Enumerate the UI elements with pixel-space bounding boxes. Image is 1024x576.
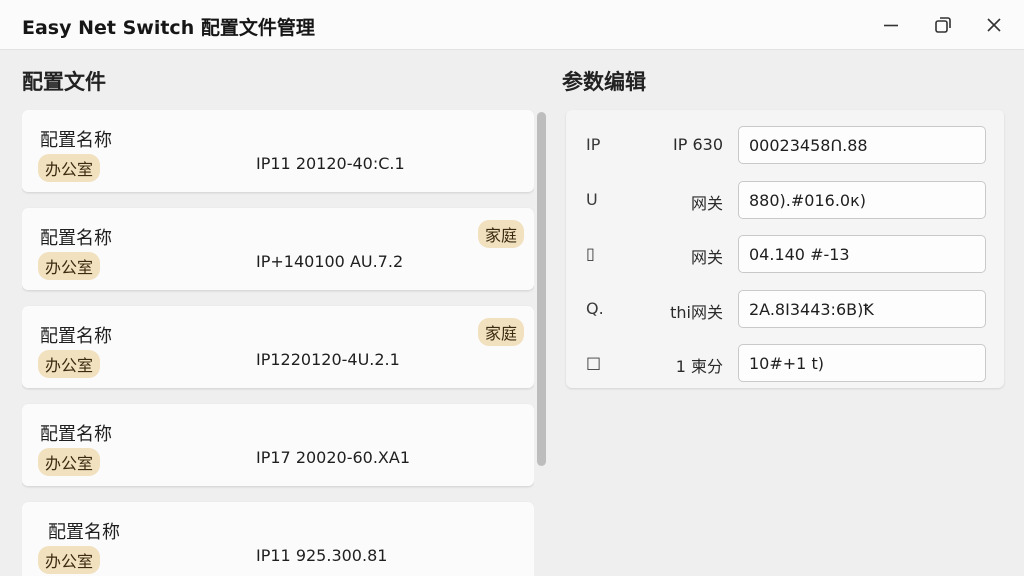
param-row: U 网关: [566, 181, 1004, 219]
param-row: ▯ 网关: [566, 235, 1004, 273]
profile-ip: IP11 20120-40:C.1: [256, 154, 405, 173]
profile-badge: 家庭: [477, 318, 524, 346]
scrollbar-thumb[interactable]: [537, 112, 546, 466]
search-icon: Q.: [586, 299, 604, 318]
profile-card[interactable]: 配置名称 家庭 办公室 IP1220120-4U.2.1: [22, 306, 534, 388]
close-icon: [987, 18, 1001, 32]
profile-card[interactable]: 配置名称 办公室 IP11 20120-40:C.1: [22, 110, 534, 192]
restore-icon: [935, 17, 951, 33]
profile-name: 配置名称: [40, 424, 112, 445]
param-label: 网关: [690, 194, 723, 213]
profile-tag: 办公室: [38, 154, 101, 182]
profile-tag: 办公室: [38, 546, 101, 574]
window-title: Easy Net Switch 配置文件管理: [22, 17, 315, 39]
profile-ip: IP11 925.300.81: [256, 546, 388, 565]
profile-list-scrollbar[interactable]: [537, 110, 546, 576]
param-label: IP 630: [673, 135, 723, 154]
profile-ip: IP17 20020-60.XA1: [256, 448, 411, 467]
profile-list: 配置名称 办公室 IP11 20120-40:C.1 配置名称 家庭 办公室 I…: [22, 110, 534, 576]
ip-icon: IP: [586, 135, 601, 154]
profile-name: 配置名称: [40, 130, 112, 151]
param-label: thi网关: [670, 303, 723, 322]
restore-button[interactable]: [926, 8, 960, 42]
gateway-icon: U: [586, 190, 598, 209]
profile-name: 配置名称: [40, 326, 112, 347]
gateway-input-2[interactable]: [738, 235, 986, 273]
profile-tag: 办公室: [38, 448, 101, 476]
param-label: 1 柬分: [675, 357, 723, 376]
profiles-heading: 配置文件: [22, 70, 106, 94]
profile-card[interactable]: 配置名称 办公室 IP17 20020-60.XA1: [22, 404, 534, 486]
profile-card[interactable]: 配置名称 办公室 IP11 925.300.81: [22, 502, 534, 576]
profile-badge: 家庭: [477, 220, 524, 248]
param-label: 网关: [690, 248, 723, 267]
profile-ip: IP+140100 AU.7.2: [256, 252, 404, 271]
profile-tag: 办公室: [38, 252, 101, 280]
parameter-panel: IP IP 630 U 网关 ▯ 网关 Q. thi网关 □ 1 柬分: [566, 110, 1004, 388]
checkbox-icon: □: [586, 353, 602, 372]
dns-input[interactable]: [738, 290, 986, 328]
profile-tag: 办公室: [38, 350, 101, 378]
profile-card[interactable]: 配置名称 家庭 办公室 IP+140100 AU.7.2: [22, 208, 534, 290]
device-icon: ▯: [586, 244, 595, 263]
profile-ip: IP1220120-4U.2.1: [256, 350, 400, 369]
misc-input[interactable]: [738, 344, 986, 382]
param-row: Q. thi网关: [566, 290, 1004, 328]
minimize-button[interactable]: [874, 8, 908, 42]
profile-name: 配置名称: [40, 228, 112, 249]
profile-name: 配置名称: [48, 522, 120, 543]
param-row: □ 1 柬分: [566, 344, 1004, 382]
minimize-icon: [884, 24, 898, 27]
gateway-input[interactable]: [738, 181, 986, 219]
close-button[interactable]: [977, 8, 1011, 42]
param-row: IP IP 630: [566, 126, 1004, 164]
ip-address-input[interactable]: [738, 126, 986, 164]
title-bar: Easy Net Switch 配置文件管理: [0, 0, 1024, 50]
editor-heading: 参数编辑: [562, 70, 646, 94]
